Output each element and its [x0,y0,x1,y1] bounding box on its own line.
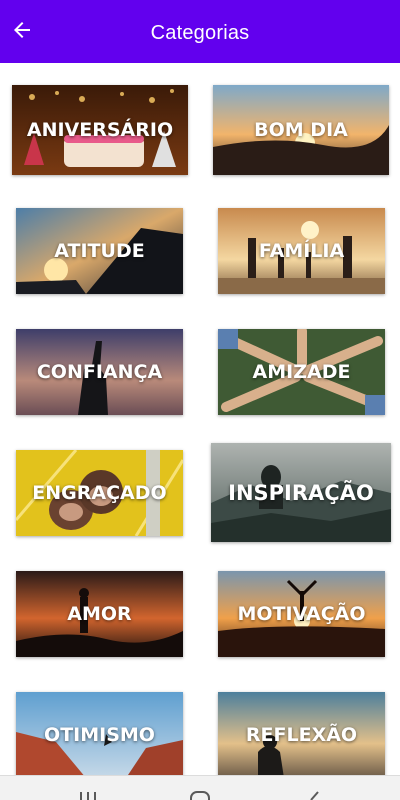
category-label: OTIMISMO [44,724,155,746]
category-label: ANIVERSÁRIO [26,119,174,141]
category-tile-confianca[interactable]: CONFIANÇA [16,329,183,415]
category-label: AMOR [67,603,132,625]
category-label: MOTIVAÇÃO [237,603,366,625]
category-tile-aniversario[interactable]: ANIVERSÁRIO [12,85,188,175]
system-back-button[interactable] [284,776,344,800]
category-label: ATITUDE [54,240,145,262]
back-icon [310,791,319,800]
category-tile-atitude[interactable]: ATITUDE [16,208,183,294]
category-tile-reflexao[interactable]: REFLEXÃO [218,692,385,775]
category-label: CONFIANÇA [36,361,163,383]
category-tile-inspiracao[interactable]: INSPIRAÇÃO [211,443,391,542]
page-title: Categorias [150,22,250,44]
category-label: INSPIRAÇÃO [228,480,374,505]
category-label: FAMÍLIA [258,240,345,262]
category-tile-engracado[interactable]: ENGRAÇADO [16,450,183,536]
category-tile-amizade[interactable]: AMIZADE [218,329,385,415]
recent-apps-button[interactable] [58,776,118,800]
recent-apps-icon [80,792,96,800]
app-bar: Categorias [0,0,400,63]
category-tile-motivacao[interactable]: MOTIVAÇÃO [218,571,385,657]
category-tile-otimismo[interactable]: OTIMISMO [16,692,183,775]
category-label: REFLEXÃO [245,724,358,746]
home-icon [190,791,210,800]
system-nav-bar [0,775,400,800]
category-label: ENGRAÇADO [32,482,167,504]
category-tile-amor[interactable]: AMOR [16,571,183,657]
home-button[interactable] [170,776,230,800]
category-tile-familia[interactable]: FAMÍLIA [218,208,385,294]
category-tile-bom-dia[interactable]: BOM DIA [213,85,389,175]
category-label: BOM DIA [254,119,348,141]
category-grid: ANIVERSÁRIO BOM DIA ATITUDE FAMÍLIA CONF… [0,63,400,775]
category-label: AMIZADE [252,361,351,383]
